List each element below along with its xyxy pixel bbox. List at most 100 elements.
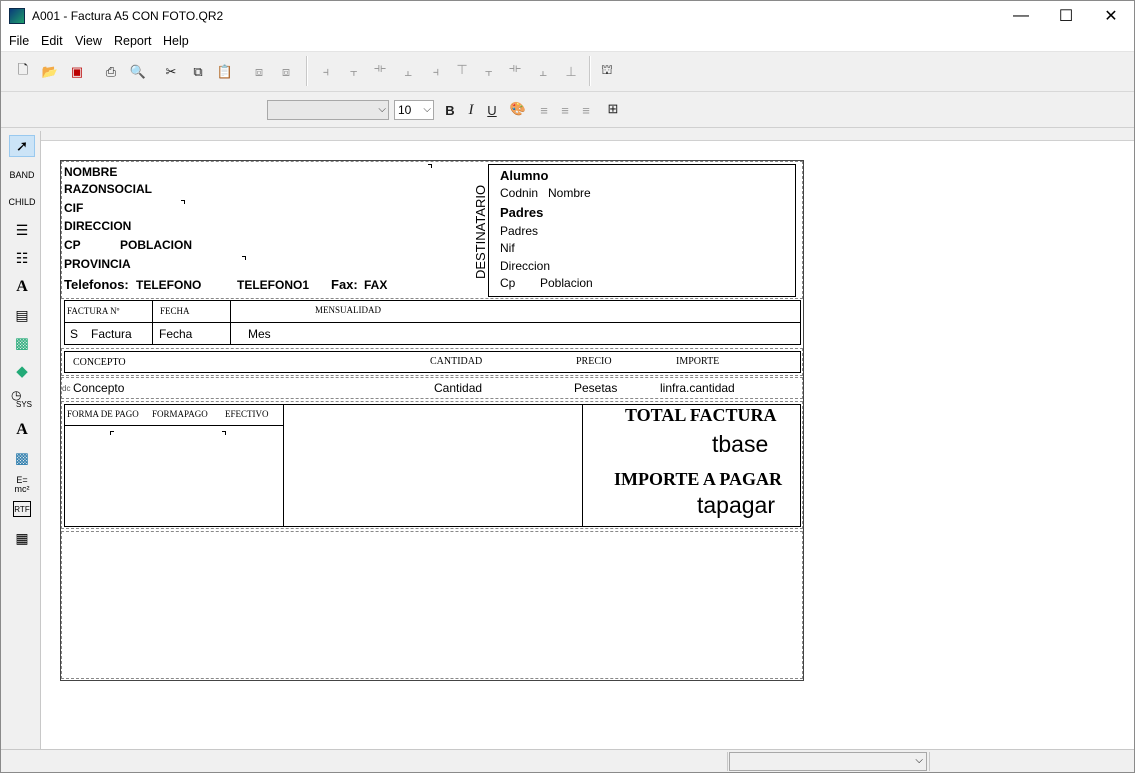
alumno-label[interactable]: Alumno — [500, 168, 548, 183]
group-band-icon[interactable]: ☰ — [9, 219, 35, 241]
center-vertical-icon[interactable]: ⟛ — [506, 59, 524, 77]
new-icon[interactable]: 🗋 — [14, 62, 32, 81]
align-vcenter-icon[interactable]: ⫟ — [480, 63, 498, 81]
total-factura-label[interactable]: TOTAL FACTURA — [625, 405, 777, 426]
memo-tool-icon[interactable]: ▤ — [9, 304, 35, 326]
save-icon[interactable]: ▣ — [68, 63, 86, 81]
importe-a-pagar-label[interactable]: IMPORTE A PAGAR — [614, 469, 782, 490]
underline-button[interactable]: U — [483, 101, 501, 119]
dbimage-tool-icon[interactable]: ▩ — [9, 447, 35, 469]
menu-help[interactable]: Help — [163, 34, 189, 48]
codnin-field[interactable]: Codnin — [500, 186, 538, 200]
destinatario-label[interactable]: DESTINATARIO — [473, 185, 488, 279]
cantidad-field[interactable]: Cantidad — [434, 381, 482, 395]
align-bottom-icon[interactable]: ⊥ — [562, 63, 580, 81]
align-top-icon[interactable]: ⊤ — [453, 61, 471, 79]
font-size-select[interactable]: 10 ⌵ — [394, 100, 434, 120]
send-back-icon[interactable]: ⧈ — [277, 63, 295, 81]
sysdata-tool[interactable]: ◷ SYS — [9, 388, 35, 414]
open-icon[interactable]: 📂 — [41, 63, 59, 81]
print-icon[interactable]: ⎙ — [102, 63, 120, 81]
image-tool-icon[interactable]: ▩ — [9, 332, 35, 354]
serie-field[interactable]: S — [70, 327, 78, 341]
tapagar-field[interactable]: tapagar — [697, 492, 775, 519]
shape-tool-icon[interactable]: ◆ — [9, 360, 35, 382]
dbrichtext-tool-icon[interactable]: ▦ — [9, 527, 35, 549]
paste-icon[interactable]: 📋 — [216, 63, 234, 81]
text-align-right-icon[interactable]: ≡ — [577, 101, 595, 119]
print-preview-icon[interactable]: 🔍 — [129, 63, 147, 81]
align-left-icon[interactable]: ⫞ — [317, 63, 335, 81]
factura-n-label[interactable]: FACTURA Nº — [67, 306, 119, 316]
data-field-icon[interactable]: ⛫ — [598, 62, 616, 80]
provincia-field[interactable]: PROVINCIA — [64, 257, 131, 271]
menu-view[interactable]: View — [75, 34, 102, 48]
menu-edit[interactable]: Edit — [41, 34, 63, 48]
formapago-field[interactable]: FORMAPAGO — [152, 409, 208, 419]
concepto-field[interactable]: Concepto — [73, 381, 124, 395]
subdetail-band-icon[interactable]: ☷ — [9, 247, 35, 269]
telefonos-label[interactable]: Telefonos: — [64, 277, 129, 292]
cut-icon[interactable]: ✂ — [162, 63, 180, 81]
fax-field[interactable]: FAX — [364, 278, 387, 292]
space-horizontal-icon[interactable]: ⫠ — [399, 63, 417, 81]
bring-front-icon[interactable]: ⧈ — [250, 63, 268, 81]
text-align-center-icon[interactable]: ≡ — [556, 101, 574, 119]
align-hcenter-icon[interactable]: ⫟ — [345, 63, 363, 81]
fecha-field[interactable]: Fecha — [159, 327, 192, 341]
font-name-select[interactable]: ⌵ — [267, 100, 389, 120]
maximize-button[interactable]: ☐ — [1043, 1, 1089, 31]
cantidad-header[interactable]: CANTIDAD — [430, 356, 482, 367]
mes-field[interactable]: Mes — [248, 327, 271, 341]
poblacion2-field[interactable]: Poblacion — [540, 276, 593, 290]
status-select[interactable]: ⌵ — [729, 752, 927, 771]
report-canvas[interactable]: NOMBRE RAZONSOCIAL CIF DIRECCION CP POBL… — [42, 142, 1134, 749]
menu-file[interactable]: File — [9, 34, 29, 48]
concepto-header[interactable]: CONCEPTO — [73, 357, 126, 368]
color-palette-icon[interactable]: 🎨 — [509, 100, 527, 118]
padres-label[interactable]: Padres — [500, 205, 543, 220]
menu-report[interactable]: Report — [114, 34, 152, 48]
cp2-field[interactable]: Cp — [500, 276, 515, 290]
telefono-field[interactable]: TELEFONO — [136, 278, 201, 292]
precio-header[interactable]: PRECIO — [576, 356, 612, 367]
factura-field[interactable]: Factura — [91, 327, 132, 341]
band-tool[interactable]: BAND — [9, 164, 35, 186]
child-band-tool[interactable]: CHILD — [9, 191, 36, 213]
importe-header[interactable]: IMPORTE — [676, 356, 719, 367]
minimize-button[interactable]: — — [998, 1, 1044, 31]
cif-field[interactable]: CIF — [64, 201, 83, 215]
tbase-field[interactable]: tbase — [712, 431, 768, 458]
space-vertical-icon[interactable]: ⫠ — [534, 63, 552, 81]
label-tool-icon[interactable]: A — [9, 276, 35, 298]
frame-borders-icon[interactable]: ⊞ — [604, 100, 622, 118]
text-align-left-icon[interactable]: ≡ — [535, 101, 553, 119]
mensualidad-label[interactable]: MENSUALIDAD — [315, 305, 381, 315]
importe-field[interactable]: linfra.cantidad — [660, 381, 735, 395]
align-right-icon[interactable]: ⫞ — [427, 63, 445, 81]
forma-pago-label[interactable]: FORMA DE PAGO — [67, 409, 139, 419]
pesetas-field[interactable]: Pesetas — [574, 381, 617, 395]
fecha-label[interactable]: FECHA — [160, 306, 190, 316]
efectivo-field[interactable]: EFECTIVO — [225, 409, 269, 419]
razonsocial-field[interactable]: RAZONSOCIAL — [64, 182, 152, 196]
alumno-nombre-field[interactable]: Nombre — [548, 186, 591, 200]
dbtext-tool-icon[interactable]: A — [9, 419, 35, 441]
close-button[interactable]: ✕ — [1088, 1, 1134, 31]
copy-icon[interactable]: ⧉ — [189, 63, 207, 81]
nombre-field[interactable]: NOMBRE — [64, 165, 117, 179]
pointer-tool-icon[interactable]: ➚ — [9, 135, 35, 157]
telefono1-field[interactable]: TELEFONO1 — [237, 278, 309, 292]
rtf-tool[interactable]: RTF — [13, 501, 31, 517]
italic-button[interactable]: I — [462, 101, 480, 119]
padres-field[interactable]: Padres — [500, 224, 538, 238]
page-footer-band[interactable] — [61, 531, 803, 679]
nif-field[interactable]: Nif — [500, 241, 515, 255]
bold-button[interactable]: B — [441, 101, 459, 119]
fax-label[interactable]: Fax: — [331, 277, 358, 292]
center-horizontal-icon[interactable]: ⟛ — [371, 59, 389, 77]
poblacion-field[interactable]: POBLACION — [120, 238, 192, 252]
direccion2-field[interactable]: Direccion — [500, 259, 550, 273]
direccion-field[interactable]: DIRECCION — [64, 219, 131, 233]
expression-tool[interactable]: E= mc² — [9, 473, 35, 497]
